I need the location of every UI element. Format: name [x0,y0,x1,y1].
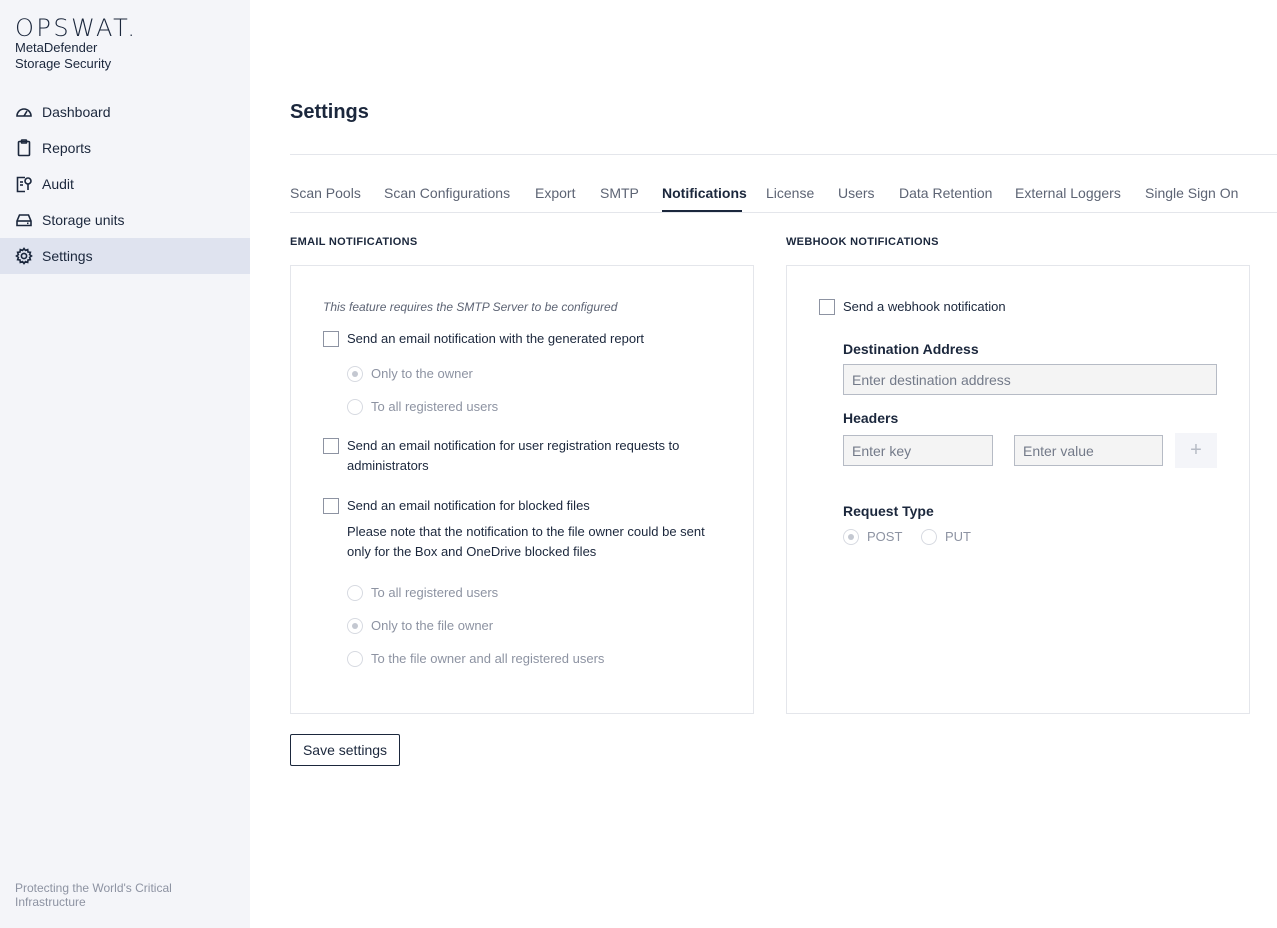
plus-icon: + [1190,439,1202,461]
sidebar-item-settings[interactable]: Settings [0,238,250,274]
divider [290,154,1277,155]
sidebar-item-label: Reports [42,140,92,156]
blocked-files-note-line2: only for the Box and OneDrive blocked fi… [347,544,597,559]
radio-post-label: POST [867,529,903,544]
blocked-files-note-line1: Please note that the notification to the… [347,524,705,539]
destination-address-input[interactable] [843,364,1217,395]
product-name-line1: MetaDefender [15,40,98,55]
radio-put[interactable] [921,529,937,545]
radio-blocked-all-users[interactable] [347,585,363,601]
radio-put-label: PUT [945,529,971,544]
radio-blocked-owner-and-all[interactable] [347,651,363,667]
header-value-input[interactable] [1014,435,1163,466]
webhook-checkbox[interactable] [819,299,835,315]
tab-external-loggers[interactable]: External Loggers [1015,185,1121,201]
blocked-files-email-label: Send an email notification for blocked f… [347,498,590,513]
tab-scan-configurations[interactable]: Scan Configurations [384,185,510,201]
radio-post[interactable] [843,529,859,545]
tab-single-sign-on[interactable]: Single Sign On [1145,185,1238,201]
radio-only-owner-label: Only to the owner [371,366,473,381]
tab-users[interactable]: Users [838,185,875,201]
radio-blocked-all-users-label: To all registered users [371,585,499,600]
tab-notifications[interactable]: Notifications [662,185,747,201]
radio-blocked-file-owner-label: Only to the file owner [371,618,494,633]
request-type-label: Request Type [843,503,934,519]
blocked-files-email-checkbox[interactable] [323,498,339,514]
sidebar-item-label: Settings [42,248,93,264]
product-name: MetaDefender Storage Security [15,40,111,72]
webhook-checkbox-label: Send a webhook notification [843,299,1006,314]
tab-smtp[interactable]: SMTP [600,185,639,201]
tab-export[interactable]: Export [535,185,575,201]
sidebar: OPSWAT. MetaDefender Storage Security Da… [0,0,250,928]
registration-email-label: Send an email notification for user regi… [347,436,727,476]
product-name-line2: Storage Security [15,56,112,71]
settings-tabs: Scan Pools Scan Configurations Export SM… [290,172,1277,213]
registration-email-label-line1: Send an email notification for user regi… [347,438,680,453]
save-settings-button[interactable]: Save settings [290,734,400,766]
active-tab-indicator [662,210,742,212]
tab-license[interactable]: License [766,185,814,201]
blocked-files-note: Please note that the notification to the… [347,522,727,562]
destination-address-label: Destination Address [843,341,979,357]
sidebar-item-label: Storage units [42,212,125,228]
header-key-input[interactable] [843,435,993,466]
opswat-logo: OPSWAT. [15,14,138,42]
sidebar-item-storage-units[interactable]: Storage units [0,202,250,238]
report-email-checkbox[interactable] [323,331,339,347]
sidebar-footer-tagline: Protecting the World's Critical Infrastr… [15,881,172,909]
headers-label: Headers [843,410,899,426]
radio-only-owner[interactable] [347,366,363,382]
report-email-label: Send an email notification with the gene… [347,331,645,346]
tab-scan-pools[interactable]: Scan Pools [290,185,361,201]
email-notifications-heading: EMAIL NOTIFICATIONS [290,236,418,248]
radio-all-users-label: To all registered users [371,399,499,414]
sidebar-item-label: Audit [42,176,74,192]
radio-blocked-file-owner[interactable] [347,618,363,634]
sidebar-item-reports[interactable]: Reports [0,130,250,166]
page-title: Settings [290,101,369,123]
gauge-icon [15,103,33,121]
drive-icon [15,211,33,229]
radio-blocked-owner-and-all-label: To the file owner and all registered use… [371,651,605,666]
smtp-requirement-note: This feature requires the SMTP Server to… [323,300,618,314]
tab-data-retention[interactable]: Data Retention [899,185,992,201]
gear-icon [15,247,33,265]
sidebar-item-dashboard[interactable]: Dashboard [0,94,250,130]
audit-icon [15,175,33,193]
registration-email-label-line2: administrators [347,458,429,473]
sidebar-item-label: Dashboard [42,104,111,120]
radio-all-users[interactable] [347,399,363,415]
webhook-notifications-heading: WEBHOOK NOTIFICATIONS [786,236,939,248]
add-header-button[interactable]: + [1175,433,1217,468]
webhook-notifications-panel [786,265,1250,714]
clipboard-icon [15,139,33,157]
sidebar-nav: Dashboard Reports Audit Storage units Se… [0,94,250,274]
registration-email-checkbox[interactable] [323,438,339,454]
sidebar-item-audit[interactable]: Audit [0,166,250,202]
